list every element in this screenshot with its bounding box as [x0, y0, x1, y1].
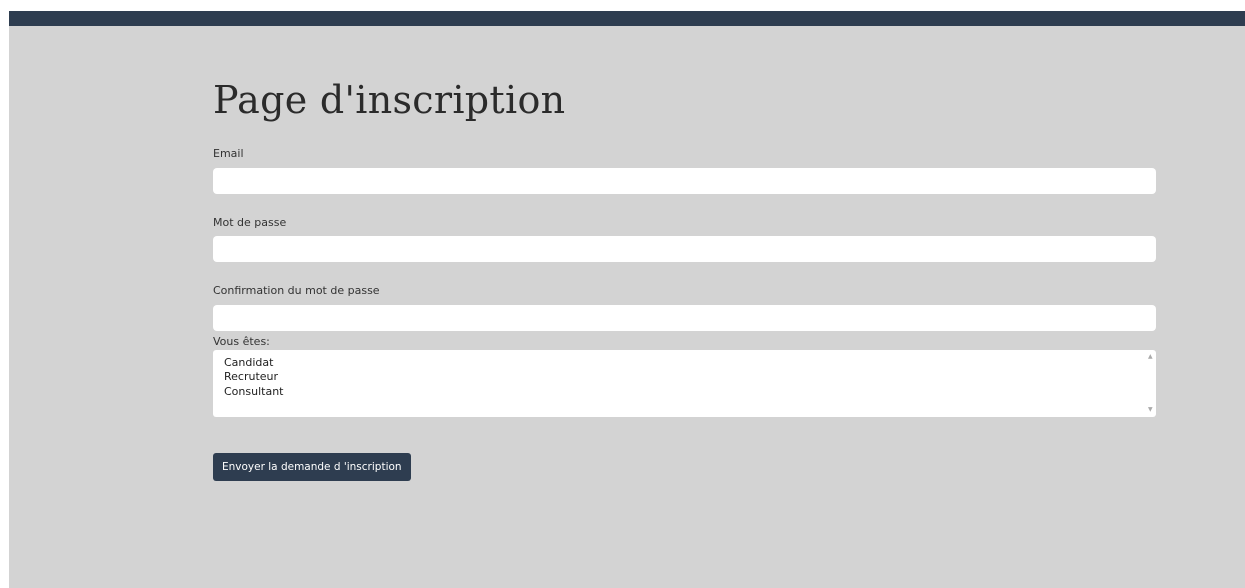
scroll-up-arrow-icon[interactable]: ▲: [1148, 354, 1153, 360]
role-select[interactable]: Candidat Recruteur Consultant ▲ ▼: [213, 350, 1156, 417]
role-option-consultant[interactable]: Consultant: [224, 385, 283, 398]
role-label: Vous êtes:: [213, 335, 270, 348]
password-field[interactable]: [213, 236, 1156, 262]
email-field[interactable]: [213, 168, 1156, 194]
page-frame: Page d'inscription Email Mot de passe Co…: [9, 11, 1245, 588]
submit-registration-button[interactable]: Envoyer la demande d 'inscription: [213, 453, 411, 481]
role-option-recruteur[interactable]: Recruteur: [224, 370, 278, 383]
role-option-candidat[interactable]: Candidat: [224, 356, 273, 369]
email-label: Email: [213, 147, 244, 160]
role-select-scrollbar[interactable]: ▲ ▼: [1146, 350, 1156, 417]
scroll-down-arrow-icon[interactable]: ▼: [1148, 407, 1153, 413]
confirm-password-label: Confirmation du mot de passe: [213, 284, 380, 297]
confirm-password-field[interactable]: [213, 305, 1156, 331]
page-title: Page d'inscription: [213, 78, 566, 122]
password-label: Mot de passe: [213, 216, 287, 229]
top-navbar: [9, 11, 1245, 26]
